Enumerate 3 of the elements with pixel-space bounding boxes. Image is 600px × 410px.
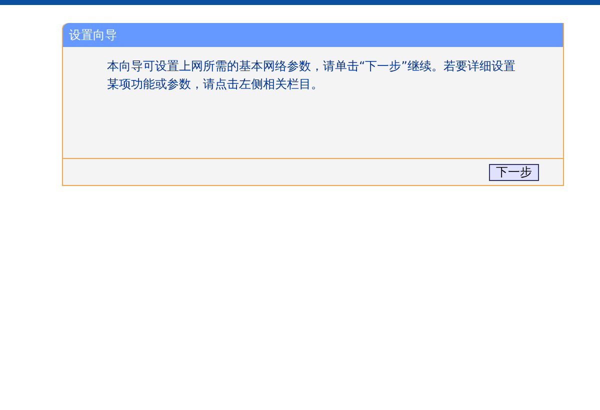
panel-title: 设置向导	[69, 27, 117, 44]
wizard-message: 本向导可设置上网所需的基本网络参数，请单击“下一步”继续。若要详细设置某项功能或参数，请点击左侧相关栏目。	[107, 58, 516, 93]
next-button[interactable]: 下一步	[489, 164, 539, 180]
